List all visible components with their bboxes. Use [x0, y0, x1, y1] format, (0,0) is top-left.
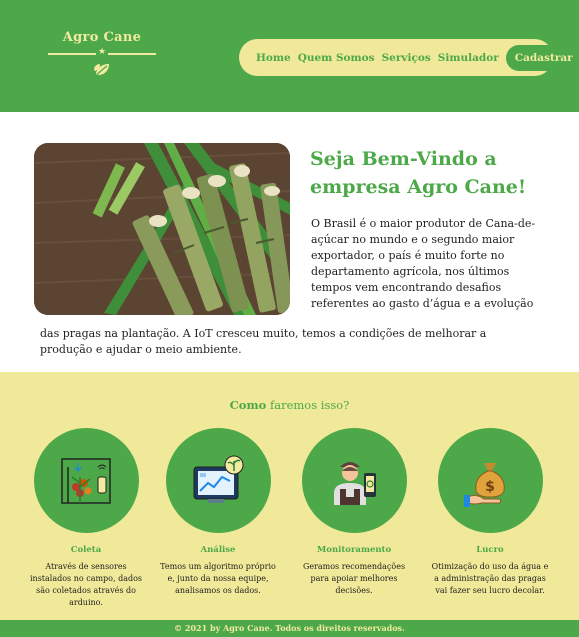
site-footer: © 2021 by Agro Cane. Todos os direitos r…: [0, 620, 579, 637]
how-section: Como faremos isso? Coleta Através de sen…: [0, 372, 579, 620]
card-title: Coleta: [70, 545, 102, 555]
nav-servicos[interactable]: Serviços: [382, 52, 431, 64]
card-coleta: Coleta Através de sensores instalados no…: [21, 428, 151, 609]
sensor-plant-icon: [33, 428, 139, 533]
farmer-phone-icon: [301, 428, 407, 533]
svg-text:$: $: [485, 479, 495, 495]
how-title: Como faremos isso?: [0, 398, 579, 412]
logo-divider: ★: [46, 46, 158, 58]
welcome-text-part1: O Brasil é o maior produtor de Cana-de-a…: [311, 217, 536, 310]
card-text: Otimização do uso da água e a administra…: [431, 562, 549, 595]
main-nav: Home Quem Somos Serviços Simulador Cadas…: [239, 39, 579, 76]
logo-star-icon: ★: [97, 46, 107, 56]
sugarcane-photo: [34, 143, 290, 315]
nav-home[interactable]: Home: [256, 52, 291, 64]
card-title: Monitoramento: [316, 545, 392, 555]
how-title-rest: faremos isso?: [266, 398, 350, 412]
money-bag-hand-icon: $: [437, 428, 543, 533]
analytics-monitor-icon: [165, 428, 271, 533]
cadastrar-button[interactable]: Cadastrar: [505, 44, 579, 71]
logo[interactable]: Agro Cane ★: [46, 30, 158, 80]
card-lucro: $ Lucro Otimização do uso da água e a ad…: [425, 428, 555, 597]
card-title: Lucro: [476, 545, 504, 555]
card-text: Temos um algoritmo próprio e, junto da n…: [160, 562, 276, 595]
card-title: Análise: [200, 545, 236, 555]
site-header: Agro Cane ★ Home Quem Somos Serviços Sim…: [0, 0, 579, 112]
card-monitoramento: Monitoramento Geramos recomendações para…: [289, 428, 419, 597]
welcome-title: Seja Bem-Vindo a empresa Agro Cane!: [310, 148, 527, 198]
logo-text: Agro Cane: [62, 30, 142, 45]
leaf-icon: [46, 60, 158, 80]
card-analise: Análise Temos um algoritmo próprio e, ju…: [153, 428, 283, 597]
card-text: Geramos recomendações para apoiar melhor…: [302, 562, 406, 595]
nav-quem-somos[interactable]: Quem Somos: [298, 52, 375, 64]
nav-simulador[interactable]: Simulador: [438, 52, 499, 64]
how-title-bold: Como: [229, 398, 267, 412]
welcome-text-part2: das pragas na plantação. A IoT cresceu m…: [40, 327, 487, 356]
card-text: Através de sensores instalados no campo,…: [29, 562, 143, 607]
